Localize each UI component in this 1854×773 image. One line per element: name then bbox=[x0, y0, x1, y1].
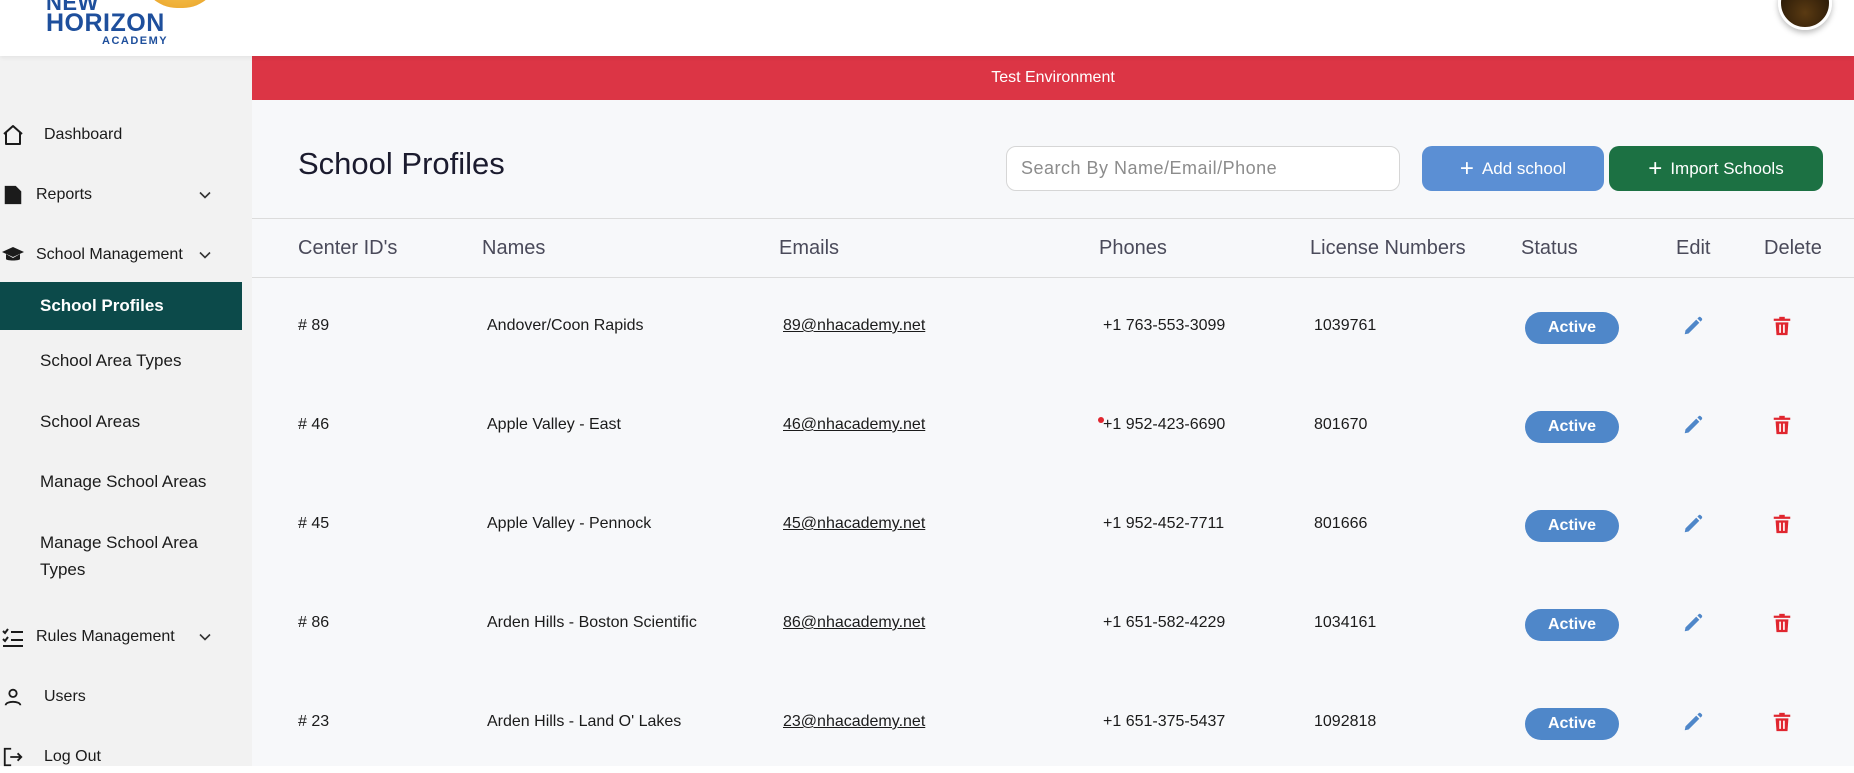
cell-license: 801666 bbox=[1314, 515, 1368, 532]
cell-center-id: # 23 bbox=[298, 713, 330, 730]
top-header: NEW HORIZON ACADEMY bbox=[0, 0, 1854, 56]
trash-icon[interactable] bbox=[1771, 612, 1793, 634]
sidebar-label-dashboard: Dashboard bbox=[44, 126, 123, 143]
cell-phone: +1 651-375-5437 bbox=[1103, 713, 1226, 730]
cell-license: 801670 bbox=[1314, 416, 1368, 433]
cell-name: Apple Valley - East bbox=[487, 416, 621, 433]
table-header: Center ID's Names Emails Phones License … bbox=[252, 218, 1854, 278]
pencil-icon[interactable] bbox=[1682, 414, 1704, 436]
graduation-cap-icon bbox=[0, 242, 26, 268]
sidebar-label-rules-management: Rules Management bbox=[36, 628, 175, 645]
sidebar: Dashboard Reports School Management Scho… bbox=[0, 56, 252, 767]
sidebar-subitem-school-profiles[interactable]: School Profiles bbox=[0, 282, 242, 330]
sidebar-label-reports: Reports bbox=[36, 186, 93, 203]
pencil-icon[interactable] bbox=[1682, 513, 1704, 535]
cell-center-id: # 86 bbox=[298, 614, 330, 631]
cell-email[interactable]: 45@nhacademy.net bbox=[783, 515, 925, 533]
cell-license: 1092818 bbox=[1314, 713, 1377, 730]
search-input[interactable] bbox=[1006, 146, 1400, 191]
header-center-id[interactable]: Center ID's bbox=[298, 237, 397, 260]
sidebar-item-users[interactable]: Users bbox=[0, 684, 252, 710]
header-names[interactable]: Names bbox=[482, 237, 545, 260]
add-school-button[interactable]: + Add school bbox=[1422, 146, 1604, 191]
header-delete: Delete bbox=[1764, 237, 1822, 259]
cell-phone: +1 651-582-4229 bbox=[1103, 614, 1226, 631]
table-row: # 45 Apple Valley - Pennock 45@nhacademy… bbox=[252, 476, 1854, 575]
trash-icon[interactable] bbox=[1771, 315, 1793, 337]
trash-icon[interactable] bbox=[1771, 513, 1793, 535]
cell-phone: +1 952-452-7711 bbox=[1103, 515, 1225, 532]
page-title: School Profiles bbox=[298, 146, 505, 181]
cell-phone: +1 952-423-6690 bbox=[1103, 416, 1226, 433]
cell-center-id: # 46 bbox=[298, 416, 330, 433]
pencil-icon[interactable] bbox=[1682, 711, 1704, 733]
status-badge: Active bbox=[1525, 312, 1619, 344]
cell-name: Arden Hills - Land O' Lakes bbox=[487, 713, 682, 730]
file-icon bbox=[0, 182, 26, 208]
trash-icon[interactable] bbox=[1771, 414, 1793, 436]
status-badge: Active bbox=[1525, 708, 1619, 740]
cell-name: Apple Valley - Pennock bbox=[487, 515, 652, 532]
status-badge: Active bbox=[1525, 609, 1619, 641]
cell-center-id: # 45 bbox=[298, 515, 330, 532]
header-phones[interactable]: Phones bbox=[1099, 237, 1167, 260]
avatar[interactable] bbox=[1778, 0, 1832, 30]
logo-text-academy: ACADEMY bbox=[102, 35, 169, 47]
import-schools-button[interactable]: + Import Schools bbox=[1609, 146, 1823, 191]
sidebar-label-school-management: School Management bbox=[36, 246, 183, 263]
home-icon bbox=[0, 122, 26, 148]
cell-email[interactable]: 46@nhacademy.net bbox=[783, 416, 925, 434]
header-license-numbers[interactable]: License Numbers bbox=[1310, 237, 1466, 260]
sidebar-item-rules-management[interactable]: Rules Management bbox=[0, 624, 252, 650]
pencil-icon[interactable] bbox=[1682, 612, 1704, 634]
plus-icon: + bbox=[1459, 154, 1474, 182]
sidebar-label-logout: Log Out bbox=[44, 748, 101, 765]
cell-license: 1039761 bbox=[1314, 317, 1377, 334]
sidebar-label-users: Users bbox=[44, 688, 86, 705]
cell-email[interactable]: 86@nhacademy.net bbox=[783, 614, 925, 632]
cell-name: Andover/Coon Rapids bbox=[487, 317, 644, 334]
sidebar-subitem-school-area-types[interactable]: School Area Types bbox=[0, 347, 242, 374]
table-row: # 86 Arden Hills - Boston Scientific 86@… bbox=[252, 575, 1854, 674]
cell-center-id: # 89 bbox=[298, 317, 330, 334]
cell-license: 1034161 bbox=[1314, 614, 1377, 631]
header-emails[interactable]: Emails bbox=[779, 237, 839, 260]
import-schools-label: Import Schools bbox=[1670, 158, 1784, 178]
sidebar-item-school-management[interactable]: School Management bbox=[0, 242, 252, 268]
cell-phone: +1 763-553-3099 bbox=[1103, 317, 1226, 334]
sidebar-item-dashboard[interactable]: Dashboard bbox=[0, 122, 252, 148]
header-status[interactable]: Status bbox=[1521, 237, 1578, 260]
logout-icon bbox=[0, 744, 26, 770]
cell-name: Arden Hills - Boston Scientific bbox=[487, 614, 697, 631]
plus-icon: + bbox=[1648, 154, 1663, 182]
table-row: # 46 Apple Valley - East 46@nhacademy.ne… bbox=[252, 377, 1854, 476]
cell-email[interactable]: 89@nhacademy.net bbox=[783, 317, 925, 335]
user-icon bbox=[0, 684, 26, 710]
header-edit: Edit bbox=[1676, 237, 1711, 259]
new-horizon-logo[interactable]: NEW HORIZON ACADEMY bbox=[46, 0, 219, 52]
checklist-icon bbox=[0, 624, 26, 650]
sidebar-item-reports[interactable]: Reports bbox=[0, 182, 252, 208]
sidebar-subitem-school-areas[interactable]: School Areas bbox=[0, 408, 242, 435]
add-school-label: Add school bbox=[1481, 158, 1567, 178]
environment-banner: Test Environment bbox=[252, 56, 1854, 100]
sidebar-item-logout[interactable]: Log Out bbox=[0, 744, 252, 770]
chevron-down-icon bbox=[199, 251, 211, 259]
pencil-icon[interactable] bbox=[1682, 315, 1704, 337]
sidebar-subitem-manage-school-areas[interactable]: Manage School Areas bbox=[0, 468, 242, 495]
sidebar-subitem-manage-school-area-types[interactable]: Manage School Area Types bbox=[0, 529, 210, 583]
status-badge: Active bbox=[1525, 411, 1619, 443]
logo-text-horizon: HORIZON bbox=[46, 9, 165, 37]
chevron-down-icon bbox=[199, 191, 211, 199]
table-row: # 89 Andover/Coon Rapids 89@nhacademy.ne… bbox=[252, 278, 1854, 377]
table-row: # 23 Arden Hills - Land O' Lakes 23@nhac… bbox=[252, 674, 1854, 773]
cell-email[interactable]: 23@nhacademy.net bbox=[783, 713, 925, 731]
logo-sun-icon bbox=[141, 0, 219, 8]
chevron-down-icon bbox=[199, 633, 211, 641]
main-content: Test Environment School Profiles + Add s… bbox=[252, 56, 1854, 766]
trash-icon[interactable] bbox=[1771, 711, 1793, 733]
status-badge: Active bbox=[1525, 510, 1619, 542]
